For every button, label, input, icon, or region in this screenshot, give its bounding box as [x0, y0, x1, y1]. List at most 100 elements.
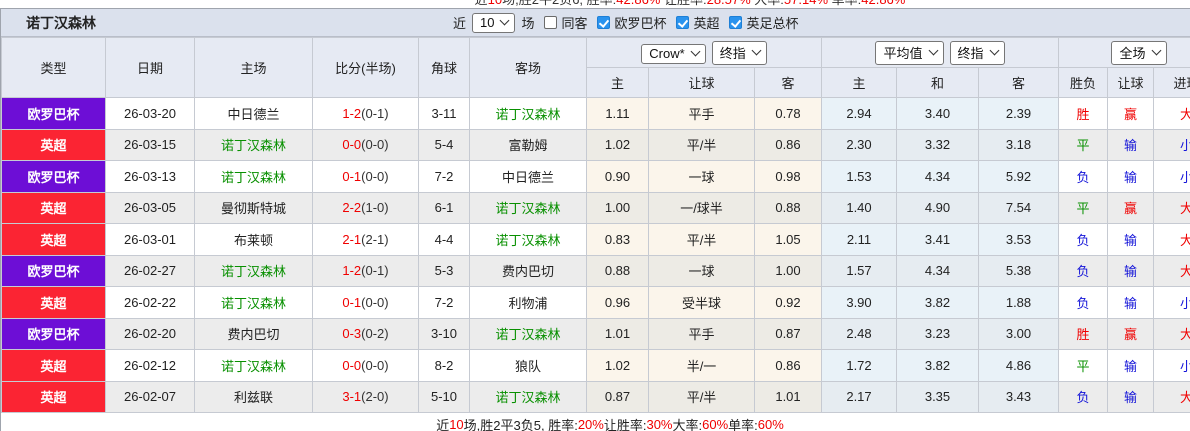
crow-away-odds-cell: 1.00 — [754, 254, 822, 287]
home-team-link[interactable]: 诺丁汉森林 — [221, 359, 286, 374]
column-header: 客 — [754, 67, 822, 98]
fulltime-score: 0-1 — [342, 294, 362, 310]
league-badge[interactable]: 英超 — [2, 224, 105, 255]
crow-home-odds-cell: 0.90 — [586, 160, 649, 193]
odds-source-select[interactable]: 终指 — [711, 40, 767, 65]
home-team-cell: 诺丁汉森林 — [194, 128, 313, 161]
away-team-link[interactable]: 中日德兰 — [502, 170, 554, 185]
avg-draw-odds-cell: 3.23 — [896, 317, 979, 350]
handicap-result-cell: 输 — [1107, 128, 1154, 161]
away-team-link[interactable]: 费内巴切 — [502, 264, 554, 279]
date-cell: 26-02-12 — [105, 349, 195, 382]
team-name-title: 诺丁汉森林 — [26, 14, 96, 31]
summary-segment: 20% — [577, 417, 604, 431]
avg-away-odds-cell: 3.00 — [978, 317, 1059, 350]
column-header: 比分(半场) — [312, 37, 419, 98]
column-header: 类型 — [1, 37, 106, 98]
fulltime-score: 0-1 — [342, 168, 362, 184]
result-cell: 负 — [1058, 380, 1108, 413]
away-team-link[interactable]: 诺丁汉森林 — [495, 327, 560, 342]
odds-source-select[interactable]: 平均值 — [875, 40, 944, 65]
league-badge[interactable]: 英超 — [2, 192, 105, 223]
away-team-link[interactable]: 诺丁汉森林 — [495, 107, 560, 122]
crow-home-odds-cell: 0.83 — [586, 223, 649, 256]
handicap-result-cell: 输 — [1107, 380, 1154, 413]
odds-group-header: 平均值 终指 — [821, 37, 1059, 68]
summary-segment: 近 — [436, 418, 450, 431]
score-cell: 0-1(0-0) — [312, 286, 419, 319]
home-team-link[interactable]: 诺丁汉森林 — [221, 264, 286, 279]
recent-count-select[interactable]: 10 — [472, 12, 516, 33]
clipped-stats-segment: 让胜率: — [660, 0, 707, 7]
checked-checkbox-icon[interactable] — [596, 16, 610, 29]
summary-segment: 10 — [449, 417, 464, 431]
corners-cell: 8-2 — [418, 349, 470, 382]
home-team-link[interactable]: 诺丁汉森林 — [221, 138, 286, 153]
away-team-cell: 中日德兰 — [469, 160, 587, 193]
home-team-link[interactable]: 利兹联 — [234, 390, 273, 405]
goals-result-cell: 大 — [1153, 191, 1190, 224]
league-cell: 英超 — [1, 191, 106, 224]
home-team-link[interactable]: 诺丁汉森林 — [221, 296, 286, 311]
chevron-down-icon — [989, 45, 999, 56]
away-team-link[interactable]: 诺丁汉森林 — [495, 233, 560, 248]
league-badge[interactable]: 英超 — [2, 287, 105, 318]
goals-result-cell: 小 — [1153, 160, 1190, 193]
score-cell: 2-1(2-1) — [312, 223, 419, 256]
table-row: 欧罗巴杯 26-02-20 费内巴切 0-3(0-2) 3-10 诺丁汉森林 1.01 平手 0… — [1, 317, 1190, 350]
crow-home-odds-cell: 1.01 — [586, 317, 649, 350]
column-header: 和 — [896, 67, 979, 98]
away-team-link[interactable]: 诺丁汉森林 — [495, 390, 560, 405]
filter-label: 欧罗巴杯 — [614, 16, 667, 31]
away-team-cell: 诺丁汉森林 — [469, 223, 587, 256]
checked-checkbox-icon[interactable] — [675, 16, 689, 29]
home-team-link[interactable]: 诺丁汉森林 — [221, 170, 286, 185]
home-team-link[interactable]: 中日德兰 — [227, 107, 279, 122]
date-cell: 26-02-20 — [105, 317, 195, 350]
odds-source-select[interactable]: Crow* — [641, 43, 706, 64]
corners-cell: 5-10 — [418, 380, 470, 413]
home-team-cell: 利兹联 — [194, 380, 313, 413]
summary-segment: 大率: — [672, 418, 703, 431]
odds-source-select[interactable]: 终指 — [949, 40, 1005, 65]
result-cell: 平 — [1058, 191, 1108, 224]
avg-home-odds-cell: 3.90 — [821, 286, 897, 319]
home-team-cell: 曼彻斯特城 — [194, 191, 313, 224]
away-team-link[interactable]: 富勒姆 — [508, 138, 547, 153]
chevron-down-icon — [500, 15, 510, 26]
league-badge[interactable]: 英超 — [2, 129, 105, 160]
home-team-link[interactable]: 曼彻斯特城 — [221, 201, 286, 216]
summary-segment: 场,胜2平3负5, 胜率: — [463, 418, 578, 431]
avg-away-odds-cell: 3.53 — [978, 223, 1059, 256]
league-badge[interactable]: 欧罗巴杯 — [2, 161, 105, 192]
home-team-link[interactable]: 费内巴切 — [227, 327, 279, 342]
column-header: 客场 — [469, 37, 587, 98]
column-header: 客 — [978, 67, 1059, 98]
league-badge[interactable]: 欧罗巴杯 — [2, 98, 105, 129]
table-row: 英超 26-02-22 诺丁汉森林 0-1(0-0) 7-2 利物浦 0.96 受半球 0.92… — [1, 286, 1190, 319]
table-row: 英超 26-03-01 布莱顿 2-1(2-1) 4-4 诺丁汉森林 0.83 平/半 1.05… — [1, 223, 1190, 256]
handicap-result-cell: 输 — [1107, 349, 1154, 382]
corners-cell: 7-2 — [418, 286, 470, 319]
league-badge[interactable]: 英超 — [2, 381, 105, 412]
score-cell: 0-3(0-2) — [312, 317, 419, 350]
odds-source-select[interactable]: 全场 — [1111, 40, 1167, 65]
home-team-link[interactable]: 布莱顿 — [234, 233, 273, 248]
away-team-link[interactable]: 狼队 — [515, 359, 541, 374]
crow-home-odds-cell: 0.88 — [586, 254, 649, 287]
avg-away-odds-cell: 5.92 — [978, 160, 1059, 193]
column-header: 让球 — [648, 67, 755, 98]
league-badge[interactable]: 英超 — [2, 350, 105, 381]
away-team-link[interactable]: 利物浦 — [508, 296, 547, 311]
away-team-link[interactable]: 诺丁汉森林 — [495, 201, 560, 216]
select-value: 平均值 — [883, 45, 923, 61]
checked-checkbox-icon[interactable] — [728, 16, 742, 29]
fulltime-score: 0-0 — [342, 357, 362, 373]
unchecked-checkbox-icon[interactable] — [543, 16, 557, 29]
league-badge[interactable]: 欧罗巴杯 — [2, 318, 105, 349]
avg-home-odds-cell: 1.53 — [821, 160, 897, 193]
home-team-cell: 费内巴切 — [194, 317, 313, 350]
clipped-stats-line: 近10场,胜2平2负6, 胜率:42.86% 让胜率:28.57% 大率:57.… — [0, 0, 1190, 8]
fulltime-score: 0-3 — [342, 326, 362, 342]
league-badge[interactable]: 欧罗巴杯 — [2, 255, 105, 286]
